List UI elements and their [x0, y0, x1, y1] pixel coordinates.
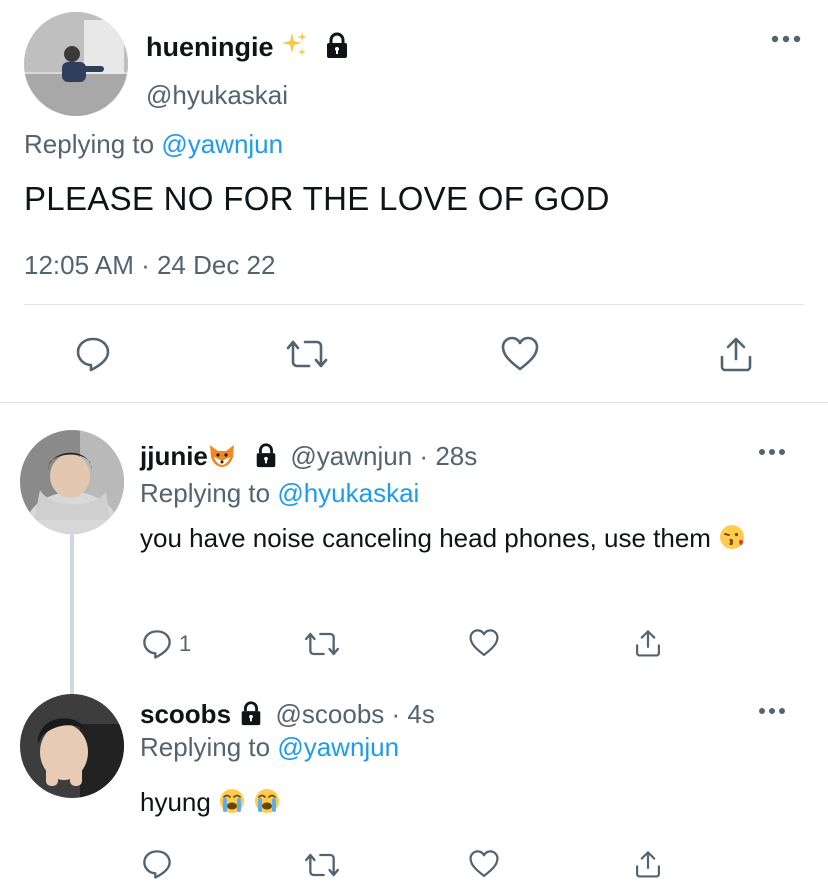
reply-handle[interactable]: @scoobs — [276, 699, 385, 729]
share-icon[interactable] — [715, 333, 757, 375]
reply-text: hyung — [140, 780, 760, 828]
retweet-icon[interactable] — [303, 850, 341, 880]
share-icon[interactable] — [634, 848, 662, 880]
retweet-icon[interactable] — [284, 333, 330, 375]
main-tweet-text: PLEASE NO FOR THE LOVE OF GOD — [24, 180, 610, 217]
reply-display-name[interactable]: jjunie — [140, 441, 208, 471]
reply-header: scoobs @scoobs · 4s — [140, 699, 435, 733]
crying-face-icon — [218, 784, 246, 828]
reply-header: jjunie @yawnjun · 28s — [140, 441, 477, 476]
crying-face-icon — [253, 784, 281, 828]
replying-to-link[interactable]: @hyukaskai — [277, 478, 419, 508]
reply-text-body: you have noise canceling head phones, us… — [140, 523, 711, 553]
more-options-icon[interactable] — [770, 34, 802, 44]
kissing-face-icon — [718, 520, 746, 564]
more-options-icon[interactable] — [758, 706, 786, 716]
reply-icon — [143, 630, 171, 659]
replying-to-link[interactable]: @yawnjun — [277, 732, 399, 762]
separator-dot: · — [391, 699, 401, 729]
thread-connector-line — [70, 534, 74, 694]
like-icon[interactable] — [468, 628, 500, 658]
reply-icon[interactable] — [72, 333, 114, 375]
reply-replying-to: Replying to @hyukaskai — [140, 478, 419, 509]
replying-prefix: Replying to — [140, 732, 271, 762]
main-tweet-replying-to: Replying to @yawnjun — [24, 129, 283, 160]
reply-text: you have noise canceling head phones, us… — [140, 516, 760, 564]
main-tweet-author-name[interactable]: hueningie — [146, 30, 351, 66]
lock-icon — [253, 442, 279, 475]
lock-icon — [323, 31, 351, 66]
display-name: hueningie — [146, 32, 274, 62]
share-icon[interactable] — [634, 627, 662, 659]
replying-to-link[interactable]: @yawnjun — [161, 129, 283, 159]
like-icon[interactable] — [468, 849, 500, 879]
main-tweet-handle[interactable]: @hyukaskai — [146, 80, 288, 111]
retweet-icon[interactable] — [303, 629, 341, 659]
divider — [24, 304, 804, 305]
replying-prefix: Replying to — [140, 478, 271, 508]
lock-icon — [238, 700, 264, 733]
reply-button[interactable]: 1 — [141, 627, 191, 661]
more-options-icon[interactable] — [758, 447, 786, 457]
fox-icon — [208, 443, 236, 476]
reply-replying-to: Replying to @yawnjun — [140, 732, 399, 763]
reply-handle[interactable]: @yawnjun — [290, 441, 412, 471]
reply-time[interactable]: 4s — [407, 699, 434, 729]
reply-avatar[interactable] — [20, 430, 124, 534]
reply-time[interactable]: 28s — [435, 441, 477, 471]
replying-prefix: Replying to — [24, 129, 155, 159]
reply-display-name[interactable]: scoobs — [140, 699, 231, 729]
separator-dot: · — [419, 441, 429, 471]
reply-avatar[interactable] — [20, 694, 124, 798]
reply-text-body: hyung — [140, 787, 211, 817]
main-tweet-avatar[interactable] — [24, 12, 128, 116]
reply-icon[interactable] — [141, 848, 173, 880]
reply-count: 1 — [179, 631, 192, 656]
divider — [0, 402, 828, 403]
sparkles-icon — [280, 30, 308, 65]
like-icon[interactable] — [499, 333, 541, 375]
main-tweet-timestamp[interactable]: 12:05 AM · 24 Dec 22 — [24, 250, 275, 281]
